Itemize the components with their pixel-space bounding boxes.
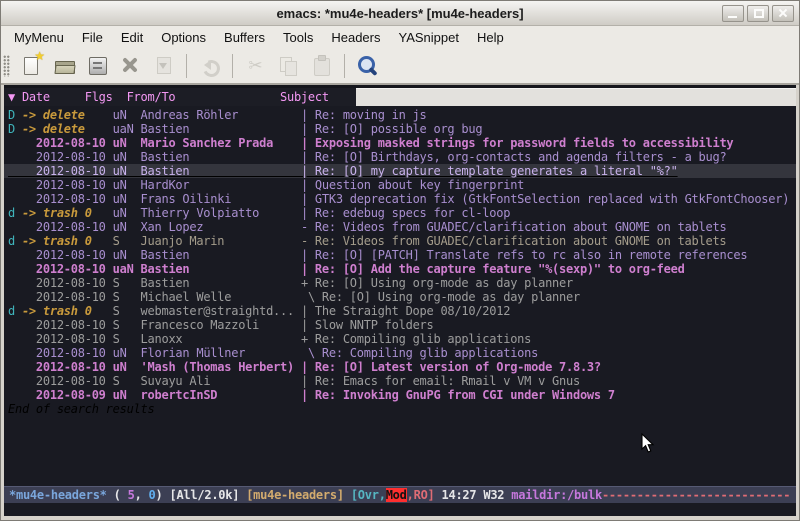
menu-item-buffers[interactable]: Buffers [215, 28, 274, 47]
mode-line: *mu4e-headers* ( 5, 0) [All/2.0k] [mu4e-… [4, 486, 796, 503]
message-row[interactable]: 2012-08-10 S Bastien + Re: [O] Using org… [4, 276, 796, 290]
message-row[interactable]: d -> trash 0 S Juanjo Marin - Re: Videos… [4, 234, 796, 248]
menu-item-help[interactable]: Help [468, 28, 513, 47]
maximize-button[interactable] [747, 5, 769, 22]
message-row[interactable]: 2012-08-10 uN Xan Lopez - Re: Videos fro… [4, 220, 796, 234]
menu-item-yasnippet[interactable]: YASnippet [389, 28, 467, 47]
menu-item-tools[interactable]: Tools [274, 28, 322, 47]
close-button[interactable] [772, 5, 794, 22]
message-row[interactable]: D -> delete uN Andreas Röhler | Re: movi… [4, 108, 796, 122]
header-line-columns: ▼ Date Flgs From/To Subject [4, 88, 356, 106]
toolbar-separator [232, 54, 233, 78]
save-file-icon[interactable] [84, 52, 111, 79]
headers-header-line: ▼ Date Flgs From/To Subject [4, 85, 796, 106]
message-row[interactable]: d -> trash 0 S webmaster@straightd... | … [4, 304, 796, 318]
message-row[interactable]: 2012-08-10 S Francesco Mazzoli | Slow NN… [4, 318, 796, 332]
message-row[interactable]: 2012-08-10 uN HardKor | Question about k… [4, 178, 796, 192]
message-row[interactable]: 2012-08-10 uN 'Mash (Thomas Herbert) | R… [4, 360, 796, 374]
cut-icon: ✂ [242, 52, 269, 79]
message-row[interactable]: 2012-08-10 S Michael Welle \ Re: [O] Usi… [4, 290, 796, 304]
buffer-empty-space [4, 416, 796, 486]
minimize-button[interactable] [722, 5, 744, 22]
message-row[interactable]: 2012-08-10 uaN Bastien | Re: [O] Add the… [4, 262, 796, 276]
menu-item-file[interactable]: File [73, 28, 112, 47]
message-row[interactable]: 2012-08-10 uN Mario Sanchez Prada | Expo… [4, 136, 796, 150]
message-row[interactable]: 2012-08-10 uN Bastien | Re: [O] Birthday… [4, 150, 796, 164]
undo-icon [196, 52, 223, 79]
message-row[interactable]: 2012-08-09 uN robertcInSD | Re: Invoking… [4, 388, 796, 402]
toolbar-drag-handle[interactable] [3, 55, 10, 77]
message-row[interactable]: 2012-08-10 uN Florian Müllner \ Re: Comp… [4, 346, 796, 360]
open-folder-icon[interactable] [51, 52, 78, 79]
search-icon[interactable] [354, 52, 381, 79]
close-buffer-icon[interactable] [117, 52, 144, 79]
menu-item-mymenu[interactable]: MyMenu [5, 28, 73, 47]
new-file-icon[interactable] [18, 52, 45, 79]
menu-item-edit[interactable]: Edit [112, 28, 152, 47]
message-row[interactable]: 2012-08-10 S Lanoxx + Re: Compiling glib… [4, 332, 796, 346]
menu-item-headers[interactable]: Headers [322, 28, 389, 47]
toolbar-separator [186, 54, 187, 78]
window-buttons [722, 5, 794, 22]
end-of-search-results: End of search results [4, 402, 796, 416]
message-row[interactable]: 2012-08-10 uN Bastien | Re: [O] [PATCH] … [4, 248, 796, 262]
message-row-current[interactable]: 2012-08-10 uN Bastien | Re: [O] my captu… [4, 164, 796, 178]
message-row[interactable]: 2012-08-10 uN Frans Oilinki | GTK3 depre… [4, 192, 796, 206]
copy-icon [275, 52, 302, 79]
message-row[interactable]: 2012-08-10 S Suvayu Ali | Re: Emacs for … [4, 374, 796, 388]
menu-bar: MyMenuFileEditOptionsBuffersToolsHeaders… [1, 26, 799, 48]
emacs-window: emacs: *mu4e-headers* [mu4e-headers] MyM… [0, 0, 800, 521]
paste-icon [308, 52, 335, 79]
save-as-icon [150, 52, 177, 79]
window-title: emacs: *mu4e-headers* [mu4e-headers] [276, 6, 523, 21]
emacs-buffer-area: ▼ Date Flgs From/To Subject D -> delete … [4, 85, 796, 516]
title-bar: emacs: *mu4e-headers* [mu4e-headers] [1, 1, 799, 26]
minibuffer[interactable] [4, 503, 796, 516]
message-row[interactable]: d -> trash 0 uN Thierry Volpiatto | Re: … [4, 206, 796, 220]
tool-bar: ✂ [1, 48, 799, 85]
message-row[interactable]: D -> delete uaN Bastien | Re: [O] possib… [4, 122, 796, 136]
message-list: D -> delete uN Andreas Röhler | Re: movi… [4, 106, 796, 402]
menu-item-options[interactable]: Options [152, 28, 215, 47]
toolbar-separator [344, 54, 345, 78]
